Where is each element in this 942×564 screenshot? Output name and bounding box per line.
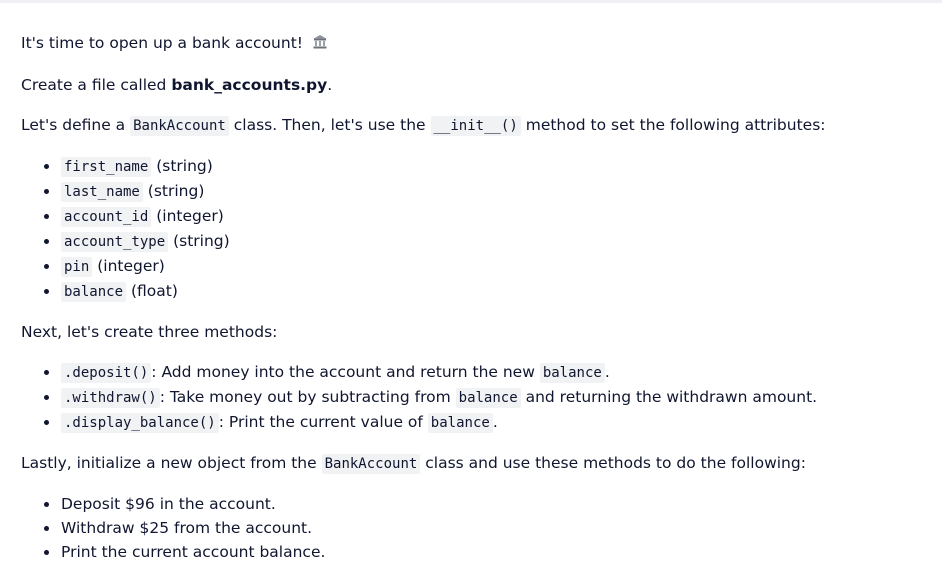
balance-code: balance — [427, 413, 493, 433]
list-item: .display_balance(): Print the current va… — [21, 410, 942, 435]
define-text-2: class. Then, let's use the — [228, 116, 431, 134]
bullet — [44, 189, 49, 194]
list-item: last_name (string) — [21, 179, 942, 204]
list-item: Print the current account balance. — [21, 540, 942, 564]
list-item: account_id (integer) — [21, 204, 942, 229]
bullet — [44, 289, 49, 294]
list-item: balance (float) — [21, 279, 942, 304]
bank-icon — [312, 33, 328, 57]
balance-code: balance — [455, 388, 521, 408]
method-desc-end: . — [604, 363, 610, 381]
bullet — [44, 264, 49, 269]
balance-code: balance — [539, 363, 605, 383]
methods-list: .deposit(): Add money into the account a… — [21, 360, 942, 435]
attribute-name: balance — [61, 282, 127, 302]
create-file-text: Create a file called — [21, 76, 172, 94]
class-name-code: BankAccount — [321, 454, 421, 474]
bullet — [44, 214, 49, 219]
list-item: Deposit $96 in the account. — [21, 492, 942, 516]
method-code: .deposit() — [61, 363, 152, 383]
create-file-paragraph: Create a file called bank_accounts.py. — [21, 73, 942, 97]
bullet — [44, 239, 49, 244]
bullet — [44, 370, 49, 375]
list-item: .withdraw(): Take money out by subtracti… — [21, 385, 942, 410]
list-item: first_name (string) — [21, 154, 942, 179]
attribute-type: (float) — [130, 282, 178, 300]
attribute-type: (string) — [156, 157, 213, 175]
lastly-text-2: class and use these methods to do the fo… — [420, 454, 806, 472]
define-text-3: method to set the following attributes: — [520, 116, 826, 134]
define-text-1: Let's define a — [21, 116, 131, 134]
attribute-name: first_name — [61, 157, 152, 177]
bullet — [44, 502, 49, 507]
attribute-name: last_name — [61, 182, 143, 202]
define-paragraph: Let's define a BankAccount class. Then, … — [21, 113, 942, 138]
attribute-type: (string) — [173, 232, 230, 250]
method-code: .display_balance() — [61, 413, 219, 433]
attribute-name: pin — [61, 257, 93, 277]
class-name-code: BankAccount — [130, 116, 229, 136]
steps-list: Deposit $96 in the account. Withdraw $25… — [21, 492, 942, 564]
bullet — [44, 164, 49, 169]
attribute-type: (integer) — [97, 257, 165, 275]
step-text: Deposit $96 in the account. — [61, 495, 276, 513]
method-desc-end: . — [492, 413, 498, 431]
attribute-type: (integer) — [156, 207, 224, 225]
instructions-panel: It's time to open up a bank account! Cre… — [0, 3, 942, 564]
attribute-name: account_id — [61, 207, 152, 227]
create-file-suffix: . — [327, 76, 333, 94]
step-text: Withdraw $25 from the account. — [61, 519, 313, 537]
list-item: account_type (string) — [21, 229, 942, 254]
method-desc: : Take money out by subtracting from — [159, 388, 456, 406]
attribute-name: account_type — [61, 232, 169, 252]
method-desc: : Add money into the account and return … — [151, 363, 540, 381]
method-code: .withdraw() — [61, 388, 160, 408]
init-method-code: __init__() — [430, 116, 521, 136]
list-item: Withdraw $25 from the account. — [21, 516, 942, 540]
list-item: .deposit(): Add money into the account a… — [21, 360, 942, 385]
lastly-text-1: Lastly, initialize a new object from the — [21, 454, 322, 472]
filename: bank_accounts.py — [171, 76, 328, 94]
step-text: Print the current account balance. — [61, 543, 326, 561]
bullet — [44, 395, 49, 400]
bullet — [44, 550, 49, 555]
attribute-type: (string) — [147, 182, 205, 200]
intro-paragraph: It's time to open up a bank account! — [21, 31, 942, 57]
list-item: pin (integer) — [21, 254, 942, 279]
lastly-paragraph: Lastly, initialize a new object from the… — [21, 451, 942, 476]
method-desc: : Print the current value of — [218, 413, 428, 431]
intro-text: It's time to open up a bank account! — [21, 34, 303, 52]
attribute-list: first_name (string) last_name (string) a… — [21, 154, 942, 304]
method-desc-end: and returning the withdrawn amount. — [520, 388, 818, 406]
bullet — [44, 420, 49, 425]
methods-intro: Next, let's create three methods: — [21, 323, 278, 341]
bullet — [44, 526, 49, 531]
